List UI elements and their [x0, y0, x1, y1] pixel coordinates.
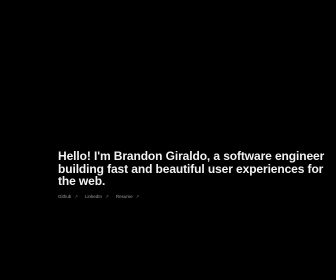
github-link[interactable]: Github [58, 194, 71, 200]
resume-link[interactable]: Resume [116, 194, 133, 200]
external-link-icon: ↗ [105, 193, 109, 199]
intro-headline: Hello! I'm Brandon Giraldo, a software e… [58, 149, 325, 188]
linkedin-link[interactable]: LinkedIn [85, 194, 102, 200]
social-links: Github ↗ LinkedIn ↗ Resume ↗ [58, 194, 328, 200]
external-link-icon: ↗ [135, 193, 140, 199]
external-link-icon: ↗ [74, 193, 79, 199]
hero-section: Hello! I'm Brandon Giraldo, a software e… [58, 150, 328, 200]
